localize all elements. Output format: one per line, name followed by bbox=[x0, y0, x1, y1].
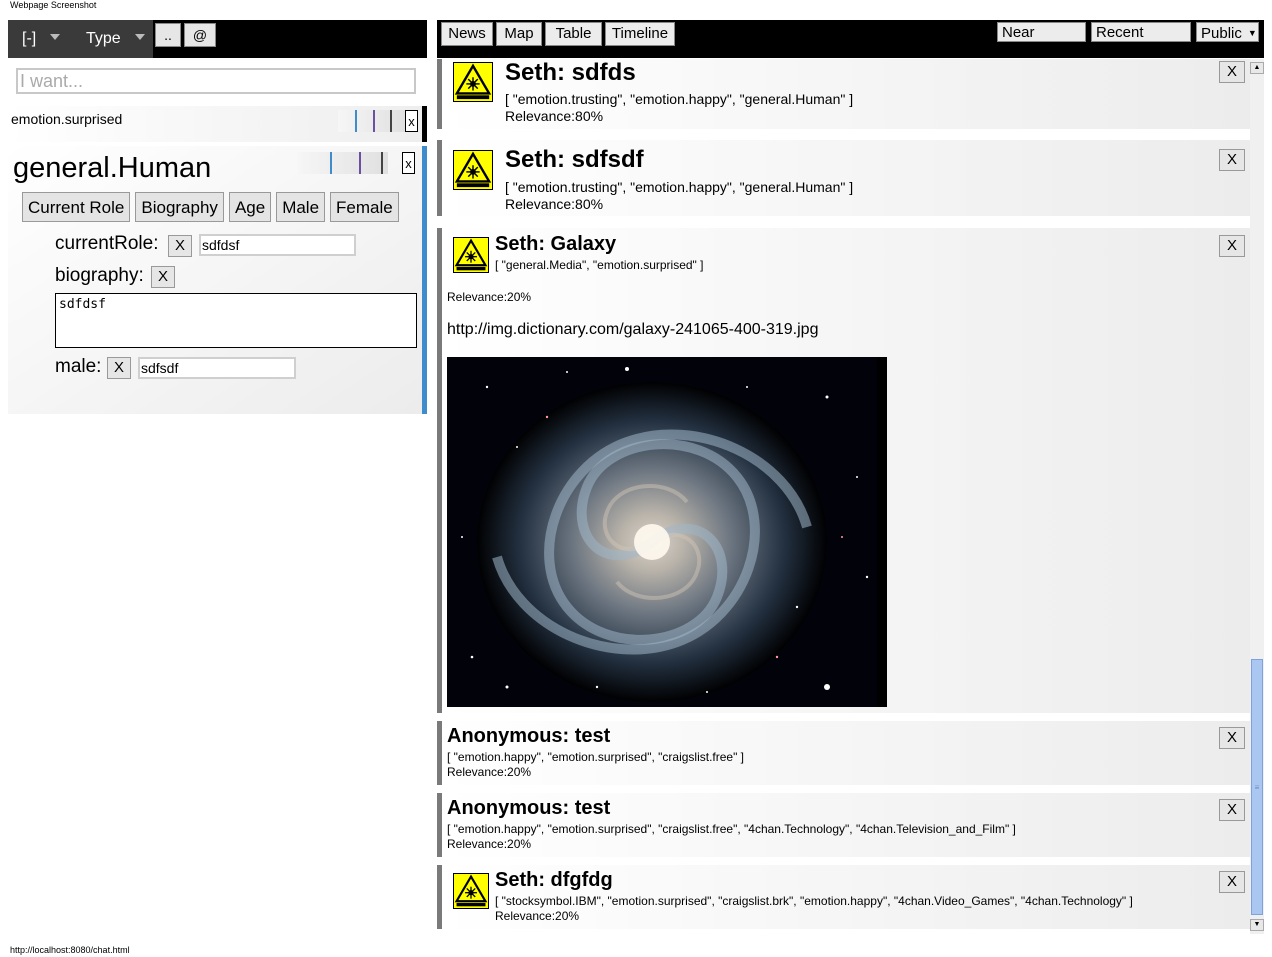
chevron-down-icon bbox=[134, 34, 145, 40]
slider-tick bbox=[359, 152, 361, 174]
remove-male-button[interactable]: X bbox=[107, 357, 131, 379]
remove-item-button[interactable]: X bbox=[1219, 727, 1245, 749]
parent-button[interactable]: .. bbox=[155, 23, 181, 47]
item-tags: [ "stocksymbol.IBM", "emotion.surprised"… bbox=[495, 894, 1133, 908]
at-button[interactable]: @ bbox=[184, 23, 216, 47]
left-toolbar: [-] Type .. @ bbox=[8, 20, 427, 58]
dropdown-arrow-icon: ▼ bbox=[1036, 48, 1046, 58]
item-tags: [ "emotion.happy", "emotion.surprised", … bbox=[447, 750, 745, 764]
remove-tag-button[interactable]: x bbox=[405, 110, 418, 132]
biography-label: biography: bbox=[55, 265, 144, 286]
slider-tick bbox=[390, 110, 392, 132]
human-panel: general.Human x Current Role Biography A… bbox=[8, 146, 422, 414]
item-relevance: Relevance:80% bbox=[505, 108, 604, 124]
collapse-menu[interactable]: [-] bbox=[8, 20, 72, 58]
recent-select[interactable]: Recent 30m ▼ bbox=[1091, 22, 1191, 62]
feed-item: Anonymous: test [ "emotion.happy", "emot… bbox=[437, 793, 1250, 857]
remove-item-button[interactable]: X bbox=[1219, 149, 1245, 171]
item-title: Anonymous: test bbox=[447, 797, 611, 819]
feed-item: Seth: sdfsdf [ "emotion.trusting", "emot… bbox=[437, 140, 1250, 216]
item-title: Seth: sdfsdf bbox=[505, 146, 644, 173]
tag-label: emotion.surprised bbox=[11, 111, 123, 127]
tab-timeline[interactable]: Timeline bbox=[605, 22, 675, 46]
panel-title: general.Human bbox=[13, 152, 212, 184]
remove-item-button[interactable]: X bbox=[1219, 235, 1245, 257]
tab-map[interactable]: Map bbox=[496, 22, 542, 46]
item-title: Seth: sdfds bbox=[505, 59, 636, 86]
self-evolving-system-icon bbox=[453, 150, 493, 190]
chevron-down-icon bbox=[50, 34, 61, 40]
remove-biography-button[interactable]: X bbox=[151, 266, 175, 288]
remove-item-button[interactable]: X bbox=[1219, 871, 1245, 893]
remove-current-role-button[interactable]: X bbox=[168, 235, 192, 257]
slider-tick bbox=[330, 152, 332, 174]
slider-track[interactable] bbox=[298, 152, 388, 174]
tag-strength-slider[interactable]: x bbox=[338, 110, 418, 132]
item-relevance: Relevance:20% bbox=[495, 909, 580, 923]
page-caption: Webpage Screenshot bbox=[10, 0, 97, 10]
tag-row-accent bbox=[422, 106, 427, 142]
current-role-label: currentRole: bbox=[55, 233, 159, 254]
item-relevance: Relevance:80% bbox=[505, 196, 604, 212]
slider-tick bbox=[355, 110, 357, 132]
item-relevance: Relevance:20% bbox=[447, 837, 532, 851]
female-button[interactable]: Female bbox=[330, 192, 399, 222]
dropdown-arrow-icon: ▼ bbox=[1247, 28, 1257, 38]
near-select-value: Near 1km bbox=[1002, 24, 1035, 62]
property-buttons: Current Role Biography Age Male Female bbox=[22, 192, 399, 222]
tag-row-emotion-surprised: emotion.surprised x bbox=[8, 106, 422, 142]
item-title: Seth: Galaxy bbox=[495, 233, 617, 255]
slider-tick bbox=[373, 110, 375, 132]
remove-item-button[interactable]: X bbox=[1219, 61, 1245, 83]
item-title: Anonymous: test bbox=[447, 725, 611, 747]
current-role-input[interactable] bbox=[199, 234, 356, 256]
scope-select[interactable]: Public ▼ bbox=[1196, 22, 1259, 42]
item-tags: [ "emotion.happy", "emotion.surprised", … bbox=[447, 822, 1016, 836]
tab-news[interactable]: News bbox=[441, 22, 493, 46]
item-url[interactable]: http://img.dictionary.com/galaxy-241065-… bbox=[447, 321, 818, 339]
scroll-thumb[interactable]: ≡ bbox=[1251, 659, 1263, 915]
item-title: Seth: dfgfdg bbox=[495, 869, 613, 891]
item-relevance: Relevance:20% bbox=[447, 290, 532, 304]
age-button[interactable]: Age bbox=[228, 192, 272, 222]
feed-item: Seth: Galaxy [ "general.Media", "emotion… bbox=[437, 228, 1250, 713]
collapse-menu-label: [-] bbox=[22, 30, 37, 47]
male-input[interactable] bbox=[138, 357, 296, 379]
type-menu[interactable]: Type bbox=[72, 20, 153, 58]
slider-track[interactable] bbox=[338, 110, 406, 132]
status-url: http://localhost:8080/chat.html bbox=[10, 945, 130, 955]
right-toolbar: News Map Table Timeline Near 1km ▼ Recent… bbox=[437, 20, 1264, 62]
news-feed: Seth: sdfds [ "emotion.trusting", "emoti… bbox=[437, 59, 1250, 929]
near-select[interactable]: Near 1km ▼ bbox=[997, 22, 1086, 62]
item-tags: [ "general.Media", "emotion.surprised" ] bbox=[495, 258, 704, 272]
self-evolving-system-icon bbox=[453, 873, 489, 909]
tag-strength-slider[interactable]: x bbox=[298, 152, 415, 174]
scroll-down-arrow-icon[interactable]: ▼ bbox=[1250, 919, 1264, 931]
current-role-button[interactable]: Current Role bbox=[22, 192, 131, 222]
feed-item: Seth: dfgfdg [ "stocksymbol.IBM", "emoti… bbox=[437, 865, 1250, 929]
feed-item: Anonymous: test [ "emotion.happy", "emot… bbox=[437, 721, 1250, 785]
item-relevance: Relevance:20% bbox=[447, 765, 532, 779]
item-tags: [ "emotion.trusting", "emotion.happy", "… bbox=[505, 179, 854, 195]
type-menu-label: Type bbox=[86, 30, 121, 47]
scope-select-value: Public bbox=[1201, 25, 1242, 42]
remove-item-button[interactable]: X bbox=[1219, 799, 1245, 821]
slider-tick bbox=[381, 152, 383, 174]
feed-scrollbar[interactable]: ▲ ≡ ▼ bbox=[1250, 59, 1264, 934]
self-evolving-system-icon bbox=[453, 237, 489, 273]
tab-table[interactable]: Table bbox=[545, 22, 602, 46]
dropdown-arrow-icon: ▼ bbox=[1131, 48, 1141, 58]
self-evolving-system-icon bbox=[453, 62, 493, 102]
scroll-up-arrow-icon[interactable]: ▲ bbox=[1250, 62, 1264, 74]
biography-textarea[interactable] bbox=[55, 293, 417, 348]
human-panel-accent bbox=[422, 146, 427, 414]
item-tags: [ "emotion.trusting", "emotion.happy", "… bbox=[505, 91, 854, 107]
male-button[interactable]: Male bbox=[276, 192, 326, 222]
galaxy-image bbox=[447, 357, 887, 707]
feed-item: Seth: sdfds [ "emotion.trusting", "emoti… bbox=[437, 59, 1250, 129]
remove-tag-button[interactable]: x bbox=[402, 152, 415, 174]
biography-button[interactable]: Biography bbox=[135, 192, 224, 222]
male-label: male: bbox=[55, 356, 102, 377]
want-input[interactable] bbox=[16, 68, 416, 94]
